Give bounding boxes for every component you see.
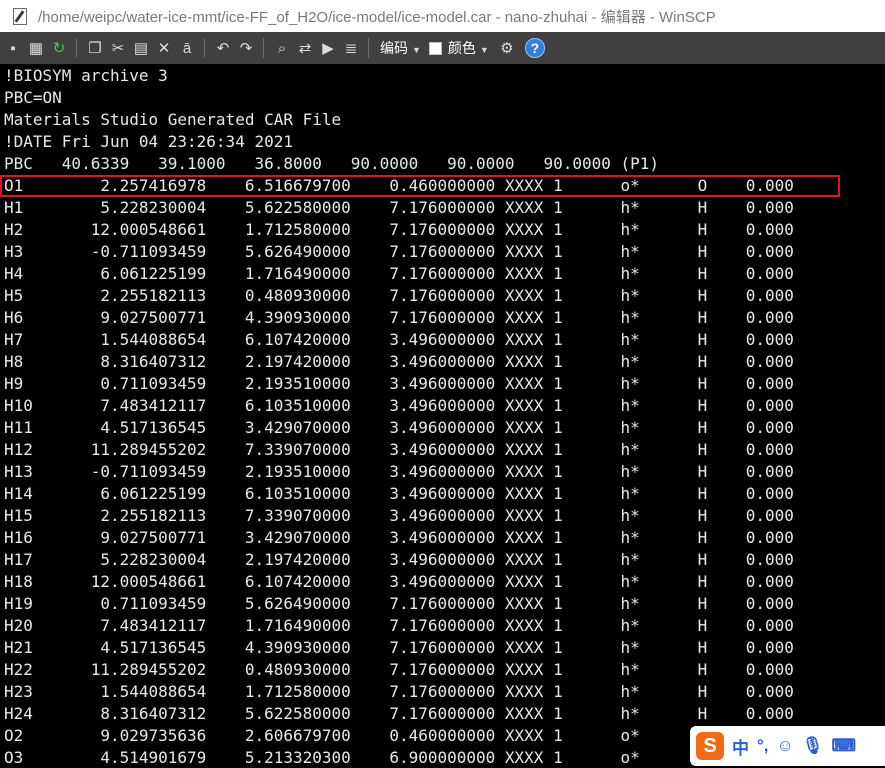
editor-line[interactable]: H2 12.000548661 1.712580000 7.176000000 … [4, 219, 794, 241]
editor-line[interactable]: H1 5.228230004 5.622580000 7.176000000 X… [4, 197, 794, 219]
text-editor[interactable]: !BIOSYM archive 3 PBC=ON Materials Studio … [0, 64, 885, 768]
editor-line[interactable]: H14 6.061225199 6.103510000 3.496000000 … [4, 483, 794, 505]
editor-line[interactable]: H19 0.711093459 5.626490000 7.176000000 … [4, 593, 794, 615]
toolbar-separator [368, 38, 369, 58]
editor-line[interactable]: PBC=ON [4, 87, 62, 109]
find-next-icon[interactable]: ▶ [318, 38, 338, 58]
undo-icon[interactable]: ↶ [213, 38, 233, 58]
mic-icon[interactable]: 🎙 [802, 736, 824, 756]
ime-language[interactable]: 中 [732, 734, 749, 759]
editor-line[interactable]: H16 9.027500771 3.429070000 3.496000000 … [4, 527, 794, 549]
editor-line[interactable]: O3 4.514901679 5.213320300 6.900000000 X… [4, 747, 794, 768]
encoding-label: 编码 [380, 40, 408, 56]
editor-line[interactable]: H12 11.289455202 7.339070000 3.496000000… [4, 439, 794, 461]
editor-line[interactable]: H23 1.544088654 1.712580000 7.176000000 … [4, 681, 794, 703]
editor-line[interactable]: H7 1.544088654 6.107420000 3.496000000 X… [4, 329, 794, 351]
chevron-down-icon: ▼ [479, 45, 489, 55]
save-all-icon[interactable]: ▦ [26, 38, 46, 58]
toolbar-separator [204, 38, 205, 58]
editor-line[interactable]: H9 0.711093459 2.193510000 3.496000000 X… [4, 373, 794, 395]
editor-line[interactable]: H6 9.027500771 4.390930000 7.176000000 X… [4, 307, 794, 329]
delete-icon[interactable]: ✕ [154, 38, 174, 58]
editor-line[interactable]: !DATE Fri Jun 04 23:26:34 2021 [4, 131, 293, 153]
goto-line-icon[interactable]: ≣ [341, 38, 361, 58]
emoji-icon[interactable]: ☺ [777, 736, 794, 756]
editor-line[interactable]: H17 5.228230004 2.197420000 3.496000000 … [4, 549, 794, 571]
editor-line[interactable]: O1 2.257416978 6.516679700 0.460000000 X… [4, 175, 794, 197]
editor-line[interactable]: H10 7.483412117 6.103510000 3.496000000 … [4, 395, 794, 417]
editor-line[interactable]: H15 2.255182113 7.339070000 3.496000000 … [4, 505, 794, 527]
ime-toolbar: S 中 °, ☺ 🎙 ⌨ [690, 726, 885, 766]
ime-logo[interactable]: S [696, 732, 724, 760]
editor-line[interactable]: H18 12.000548661 6.107420000 3.496000000… [4, 571, 794, 593]
editor-line[interactable]: H24 8.316407312 5.622580000 7.176000000 … [4, 703, 794, 725]
toolbar-separator [263, 38, 264, 58]
copy-icon[interactable]: ❐ [85, 38, 105, 58]
toolbar-separator [76, 38, 77, 58]
editor-toolbar: ▪ ▦ ↻ ❐ ✂ ▤ ✕ ā ↶ ↷ ⌕ ⇄ ▶ ≣ 编码 ▼ 颜色 ▼ ⚙ ? [0, 32, 885, 64]
editor-line[interactable]: H8 8.316407312 2.197420000 3.496000000 X… [4, 351, 794, 373]
gear-icon[interactable]: ⚙ [497, 38, 517, 58]
encoding-menu[interactable]: 编码 ▼ [380, 38, 421, 58]
color-menu[interactable]: 颜色 ▼ [448, 38, 489, 58]
editor-line[interactable]: H11 4.517136545 3.429070000 3.496000000 … [4, 417, 794, 439]
editor-line[interactable]: Materials Studio Generated CAR File [4, 109, 341, 131]
redo-icon[interactable]: ↷ [236, 38, 256, 58]
editor-line[interactable]: H22 11.289455202 0.480930000 7.176000000… [4, 659, 794, 681]
color-label: 颜色 [447, 40, 476, 56]
chevron-down-icon: ▼ [412, 45, 421, 55]
save-icon[interactable]: ▪ [3, 38, 23, 58]
editor-line[interactable]: O2 9.029735636 2.606679700 0.460000000 X… [4, 725, 794, 747]
editor-line[interactable]: H13 -0.711093459 2.193510000 3.496000000… [4, 461, 794, 483]
editor-line[interactable]: H5 2.255182113 0.480930000 7.176000000 X… [4, 285, 794, 307]
editor-line[interactable]: PBC 40.6339 39.1000 36.8000 90.0000 90.0… [4, 153, 659, 175]
help-button[interactable]: ? [524, 38, 545, 58]
editor-icon [12, 7, 28, 25]
editor-line[interactable]: H4 6.061225199 1.716490000 7.176000000 X… [4, 263, 794, 285]
editor-line[interactable]: H21 4.517136545 4.390930000 7.176000000 … [4, 637, 794, 659]
ime-punctuation[interactable]: °, [757, 736, 769, 756]
title-bar: /home/weipc/water-ice-mmt/ice-FF_of_H2O/… [0, 0, 885, 32]
cut-icon[interactable]: ✂ [108, 38, 128, 58]
reload-icon[interactable]: ↻ [49, 38, 69, 58]
window-title: /home/weipc/water-ice-mmt/ice-FF_of_H2O/… [38, 8, 716, 26]
color-checkbox[interactable] [428, 41, 442, 55]
paste-icon[interactable]: ▤ [131, 38, 151, 58]
select-all-icon[interactable]: ā [177, 38, 197, 58]
editor-line[interactable]: !BIOSYM archive 3 [4, 65, 168, 87]
editor-line[interactable]: H20 7.483412117 1.716490000 7.176000000 … [4, 615, 794, 637]
replace-icon[interactable]: ⇄ [295, 38, 315, 58]
find-icon[interactable]: ⌕ [272, 38, 292, 58]
keyboard-icon[interactable]: ⌨ [831, 736, 856, 756]
editor-line[interactable]: H3 -0.711093459 5.626490000 7.176000000 … [4, 241, 794, 263]
